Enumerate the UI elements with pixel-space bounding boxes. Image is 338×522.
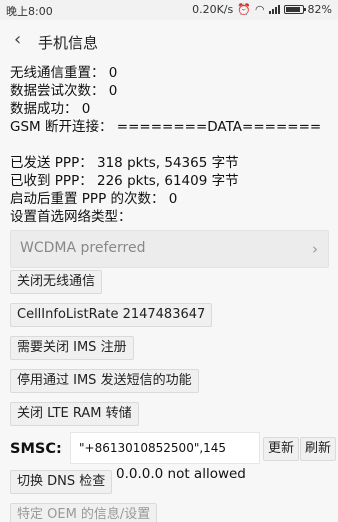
radio-off-button[interactable]: 关闭无线通信 <box>10 270 103 294</box>
cellinfo-rate-button[interactable]: CellInfoListRate 2147483647 <box>10 303 213 327</box>
oem-settings-button[interactable]: 特定 OEM 的信息/设置 <box>10 503 158 522</box>
smsc-label: SMSC: <box>10 441 62 457</box>
toggle-dns-button[interactable]: 切换 DNS 检查 <box>10 470 113 494</box>
action-area: 关闭无线通信 CellInfoListRate 2147483647 需要关闭 … <box>10 0 337 522</box>
dns-status: 0.0.0.0 not allowed <box>116 466 246 482</box>
ims-sms-button[interactable]: 停用通过 IMS 发送短信的功能 <box>10 369 199 393</box>
smsc-input[interactable]: "+8613010852500",145 <box>70 432 260 464</box>
lte-ram-dump-button[interactable]: 关闭 LTE RAM 转储 <box>10 402 139 426</box>
ims-registration-button[interactable]: 需要关闭 IMS 注册 <box>10 336 134 360</box>
smsc-update-button[interactable]: 更新 <box>263 437 300 461</box>
smsc-refresh-button[interactable]: 刷新 <box>300 437 337 461</box>
